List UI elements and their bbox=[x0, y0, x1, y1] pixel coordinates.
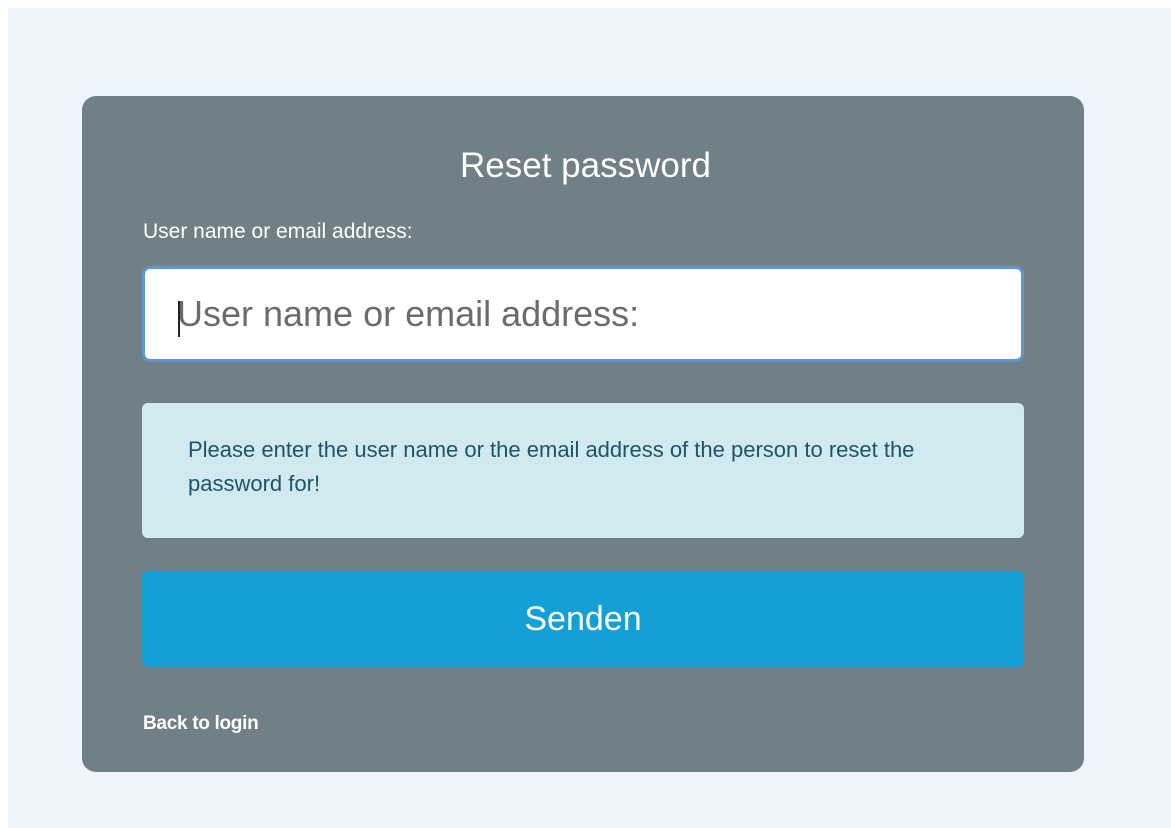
page-title: Reset password bbox=[460, 146, 711, 185]
username-email-input[interactable] bbox=[145, 269, 1021, 359]
username-input-container bbox=[142, 266, 1024, 362]
info-alert: Please enter the user name or the email … bbox=[142, 403, 1024, 538]
username-field-label: User name or email address: bbox=[143, 220, 413, 243]
text-cursor bbox=[178, 301, 180, 337]
back-to-login-link[interactable]: Back to login bbox=[143, 712, 259, 736]
send-button[interactable]: Senden bbox=[142, 571, 1024, 667]
